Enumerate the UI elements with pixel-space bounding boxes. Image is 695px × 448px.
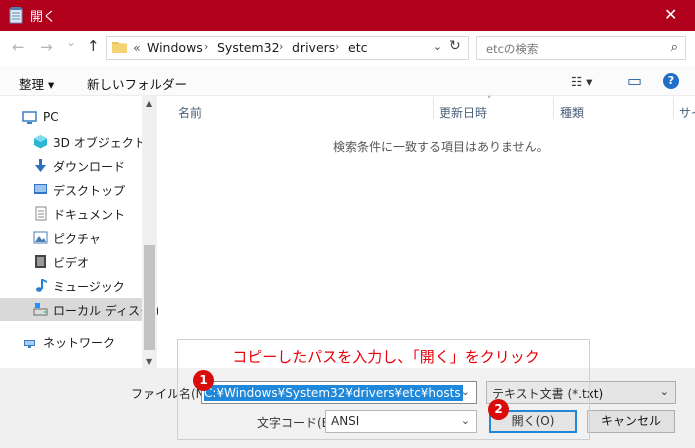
scroll-down-icon[interactable]: ▼ <box>146 357 152 366</box>
breadcrumb-overflow[interactable]: « <box>133 40 141 55</box>
search-input[interactable]: etcの検索 ⌕ <box>476 36 686 60</box>
annotation-text: コピーしたパスを入力し、「開く」をクリック <box>232 348 540 366</box>
sidebar-item-label: ネットワーク <box>43 336 116 350</box>
sidebar-item-music[interactable]: ミュージック <box>0 274 142 297</box>
view-options-icon[interactable]: ☷ ▾ <box>571 74 592 89</box>
sidebar-item-desktop[interactable]: デスクトップ <box>0 178 142 201</box>
step-badge-1: 1 <box>193 370 214 391</box>
refresh-icon[interactable]: ↻ <box>449 38 461 54</box>
sidebar-item-3d-objects[interactable]: 3D オブジェクト <box>0 130 146 153</box>
preview-pane-icon[interactable]: ▭ <box>627 71 642 90</box>
folder-icon <box>112 42 127 53</box>
step-badge-2: 2 <box>488 399 509 420</box>
breadcrumb-separator[interactable]: › <box>204 40 208 53</box>
organize-button[interactable]: 整理 ▾ <box>19 74 54 93</box>
sidebar-item-download[interactable]: ダウンロード <box>0 154 142 177</box>
search-icon[interactable]: ⌕ <box>671 40 678 55</box>
pictures-icon <box>33 231 48 244</box>
column-header-type[interactable]: 種類 <box>560 104 584 121</box>
forward-arrow-icon[interactable]: → <box>40 38 53 56</box>
recent-locations-chevron-icon[interactable]: ⌄ <box>66 35 76 49</box>
sidebar-item-pictures[interactable]: ピクチャ <box>0 226 142 249</box>
breadcrumb-separator[interactable]: › <box>279 40 283 53</box>
download-icon <box>35 159 46 172</box>
3d-objects-icon <box>34 135 47 149</box>
column-header-name[interactable]: 名前 <box>178 104 202 121</box>
column-divider[interactable] <box>433 97 434 119</box>
sidebar-item-documents[interactable]: ドキュメント <box>0 202 142 225</box>
local-disk-icon <box>33 303 48 316</box>
breadcrumb-separator[interactable]: › <box>335 40 339 53</box>
address-dropdown-icon[interactable]: ⌄ <box>433 40 442 53</box>
navigation-pane: PC 3D オブジェクト ダウンロード デスクトップ ドキュメント ピクチャビデオミュージ… <box>0 96 169 368</box>
column-header-size[interactable]: サイ <box>679 104 695 121</box>
sidebar-item-label: ダウンロード <box>53 160 126 174</box>
sidebar-item-network[interactable]: ネットワーク <box>0 330 142 353</box>
address-bar[interactable]: « Windows › System32 › drivers › etc ⌄ <box>106 36 469 60</box>
breadcrumb-windows[interactable]: Windows <box>147 40 203 55</box>
music-icon <box>36 279 47 292</box>
new-folder-button[interactable]: 新しいフォルダー <box>87 74 187 93</box>
column-divider[interactable] <box>673 97 674 119</box>
column-divider[interactable] <box>553 97 554 119</box>
sidebar-item-local-disk[interactable]: ローカル ディスク (C <box>0 298 169 321</box>
sidebar-item-label: ドキュメント <box>53 208 126 222</box>
breadcrumb-etc[interactable]: etc <box>348 40 367 55</box>
scroll-up-icon[interactable]: ▲ <box>146 99 152 108</box>
window-title: 開く <box>30 10 57 25</box>
notepad-icon <box>9 7 23 24</box>
close-icon[interactable]: ✕ <box>664 5 677 24</box>
videos-icon <box>35 255 46 268</box>
sidebar-item-label: ミュージック <box>53 280 125 294</box>
empty-results-message: 検索条件に一致する項目はありません。 <box>333 140 549 154</box>
breadcrumb-drivers[interactable]: drivers <box>292 40 335 55</box>
pc-icon <box>22 111 37 124</box>
network-icon <box>24 340 35 348</box>
file-list[interactable] <box>158 96 695 368</box>
sidebar-item-label: PC <box>43 110 59 124</box>
up-arrow-icon[interactable]: ↑ <box>87 37 100 55</box>
sort-chevron-icon: ˅ <box>487 96 492 106</box>
column-header-modified[interactable]: 更新日時 <box>439 104 487 121</box>
title-bar <box>0 0 695 31</box>
back-arrow-icon[interactable]: ← <box>12 38 25 56</box>
search-placeholder: etcの検索 <box>486 42 539 56</box>
breadcrumb-system32[interactable]: System32 <box>217 40 280 55</box>
help-icon[interactable]: ? <box>663 73 679 89</box>
sidebar-item-pc[interactable]: PC <box>0 106 142 129</box>
documents-icon <box>35 206 47 221</box>
sidebar-item-label: 3D オブジェクト <box>53 136 146 150</box>
filetype-dropdown-icon[interactable]: ⌄ <box>660 385 669 398</box>
scrollbar-thumb[interactable] <box>144 245 155 350</box>
desktop-icon <box>34 184 47 194</box>
sidebar-item-label: ピクチャ <box>53 232 101 246</box>
sidebar-item-videos[interactable]: ビデオ <box>0 250 142 273</box>
sidebar-item-label: デスクトップ <box>53 184 126 198</box>
cancel-button[interactable]: キャンセル <box>587 410 675 433</box>
sidebar-item-label: ビデオ <box>53 256 90 270</box>
